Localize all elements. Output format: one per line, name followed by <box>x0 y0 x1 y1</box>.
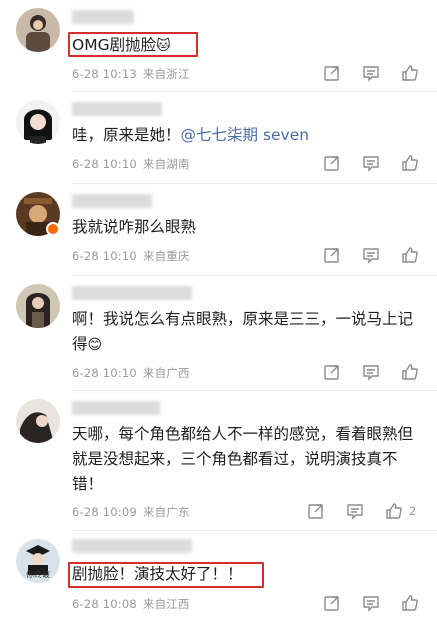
comment-location: 来自广西 <box>142 366 190 380</box>
avatar[interactable] <box>16 100 60 144</box>
like-count: 2 <box>409 504 417 518</box>
comment-meta: 6-28 10:09 来自广东 <box>72 504 190 520</box>
username[interactable]: ████████████ <box>72 102 162 116</box>
comment-meta: 6-28 10:10 来自重庆 <box>72 248 190 264</box>
comment-icon[interactable] <box>360 592 382 614</box>
comment-location: 来自重庆 <box>142 249 190 263</box>
comment-icon[interactable] <box>360 244 382 266</box>
verified-badge-icon <box>46 222 60 236</box>
comment-icon[interactable] <box>344 500 366 522</box>
comment-icon[interactable] <box>360 62 382 84</box>
username[interactable]: ████████████████ <box>72 539 192 553</box>
comment-text: 啊！我说怎么有点眼熟，原来是三三，一说马上记得😊 <box>72 307 417 358</box>
comment-location: 来自湖南 <box>142 157 190 171</box>
like-icon[interactable] <box>399 592 421 614</box>
comment-actions <box>321 152 421 174</box>
username[interactable]: ███████████ <box>72 401 160 415</box>
comment-item: ███████████ 天哪，每个角色都给人不一样的感觉，看着眼熟但就是没想起来… <box>0 391 437 531</box>
comment-text-body: 我就说咋那么眼熟 <box>72 218 197 236</box>
comment-item: ████████████████ 啊！我说怎么有点眼熟，原来是三三，一说马上记得… <box>0 276 437 391</box>
comment-actions <box>321 361 421 383</box>
comment-meta: 6-28 10:13 来自浙江 <box>72 66 190 82</box>
comment-date: 6-28 10:10 <box>72 366 137 380</box>
comment-actions <box>321 62 421 84</box>
share-icon[interactable] <box>321 592 343 614</box>
comment-meta: 6-28 10:10 来自广西 <box>72 365 190 381</box>
avatar[interactable]: 你终破 <box>16 539 60 583</box>
avatar-caption: 你终破 <box>26 570 50 579</box>
comment-item: ██████████ 我就说咋那么眼熟 6-28 10:10 来自重庆 <box>0 184 437 276</box>
share-icon[interactable] <box>321 244 343 266</box>
comment-text-body: 天哪，每个角色都给人不一样的感觉，看着眼熟但就是没想起来，三个角色都看过，说明演… <box>72 425 414 493</box>
avatar[interactable] <box>16 284 60 328</box>
comment-meta: 6-28 10:08 来自江西 <box>72 596 190 612</box>
comment-text: 我就说咋那么眼熟 <box>72 215 417 240</box>
share-icon[interactable] <box>321 152 343 174</box>
username[interactable]: ████████ <box>72 10 134 24</box>
comment-icon[interactable] <box>360 361 382 383</box>
comment-location: 来自浙江 <box>142 67 190 81</box>
like-icon[interactable] <box>399 62 421 84</box>
comment-actions <box>321 244 421 266</box>
like-icon[interactable] <box>399 361 421 383</box>
comment-location: 来自广东 <box>142 505 190 519</box>
username[interactable]: ████████████████ <box>72 286 192 300</box>
mention-link[interactable]: @七七柒期 seven <box>181 126 310 144</box>
comment-actions <box>321 592 421 614</box>
like-icon[interactable] <box>383 500 405 522</box>
comment-icon[interactable] <box>360 152 382 174</box>
comment-date: 6-28 10:09 <box>72 505 137 519</box>
comment-date: 6-28 10:13 <box>72 67 137 81</box>
avatar[interactable] <box>16 399 60 443</box>
share-icon[interactable] <box>305 500 327 522</box>
comment-text: 天哪，每个角色都给人不一样的感觉，看着眼熟但就是没想起来，三个角色都看过，说明演… <box>72 422 417 497</box>
comment-text: 哇，原来是她！@七七柒期 seven <box>72 123 417 148</box>
highlight-box <box>68 562 264 588</box>
like-icon[interactable] <box>399 244 421 266</box>
comment-text-body: 哇，原来是她！ <box>72 126 181 144</box>
like-icon[interactable] <box>399 152 421 174</box>
comment-date: 6-28 10:10 <box>72 249 137 263</box>
comment-date: 6-28 10:08 <box>72 597 137 611</box>
comment-feed: ████████ OMG剧抛脸🐱 6-28 10:13来自浙江 <box>0 0 437 630</box>
comment-date: 6-28 10:10 <box>72 157 137 171</box>
comment-item: ████████████ 哇，原来是她！@七七柒期 seven 6-28 10:… <box>0 92 437 184</box>
comment-item: ████████ OMG剧抛脸🐱 6-28 10:13来自浙江 <box>0 0 437 92</box>
highlight-box <box>68 32 198 57</box>
avatar[interactable] <box>16 8 60 52</box>
username[interactable]: ██████████ <box>72 194 152 208</box>
share-icon[interactable] <box>321 62 343 84</box>
comment-location: 来自江西 <box>142 597 190 611</box>
comment-actions: 2 <box>305 500 421 522</box>
comment-meta: 6-28 10:10 来自湖南 <box>72 156 190 172</box>
comment-text-body: 啊！我说怎么有点眼熟，原来是三三，一说马上记得 <box>72 310 414 353</box>
share-icon[interactable] <box>321 361 343 383</box>
smile-emoji-icon: 😊 <box>87 337 103 353</box>
comment-item: 你终破 ████████████████ 剧抛脸！演技太好了！！ 6-28 10… <box>0 531 437 630</box>
